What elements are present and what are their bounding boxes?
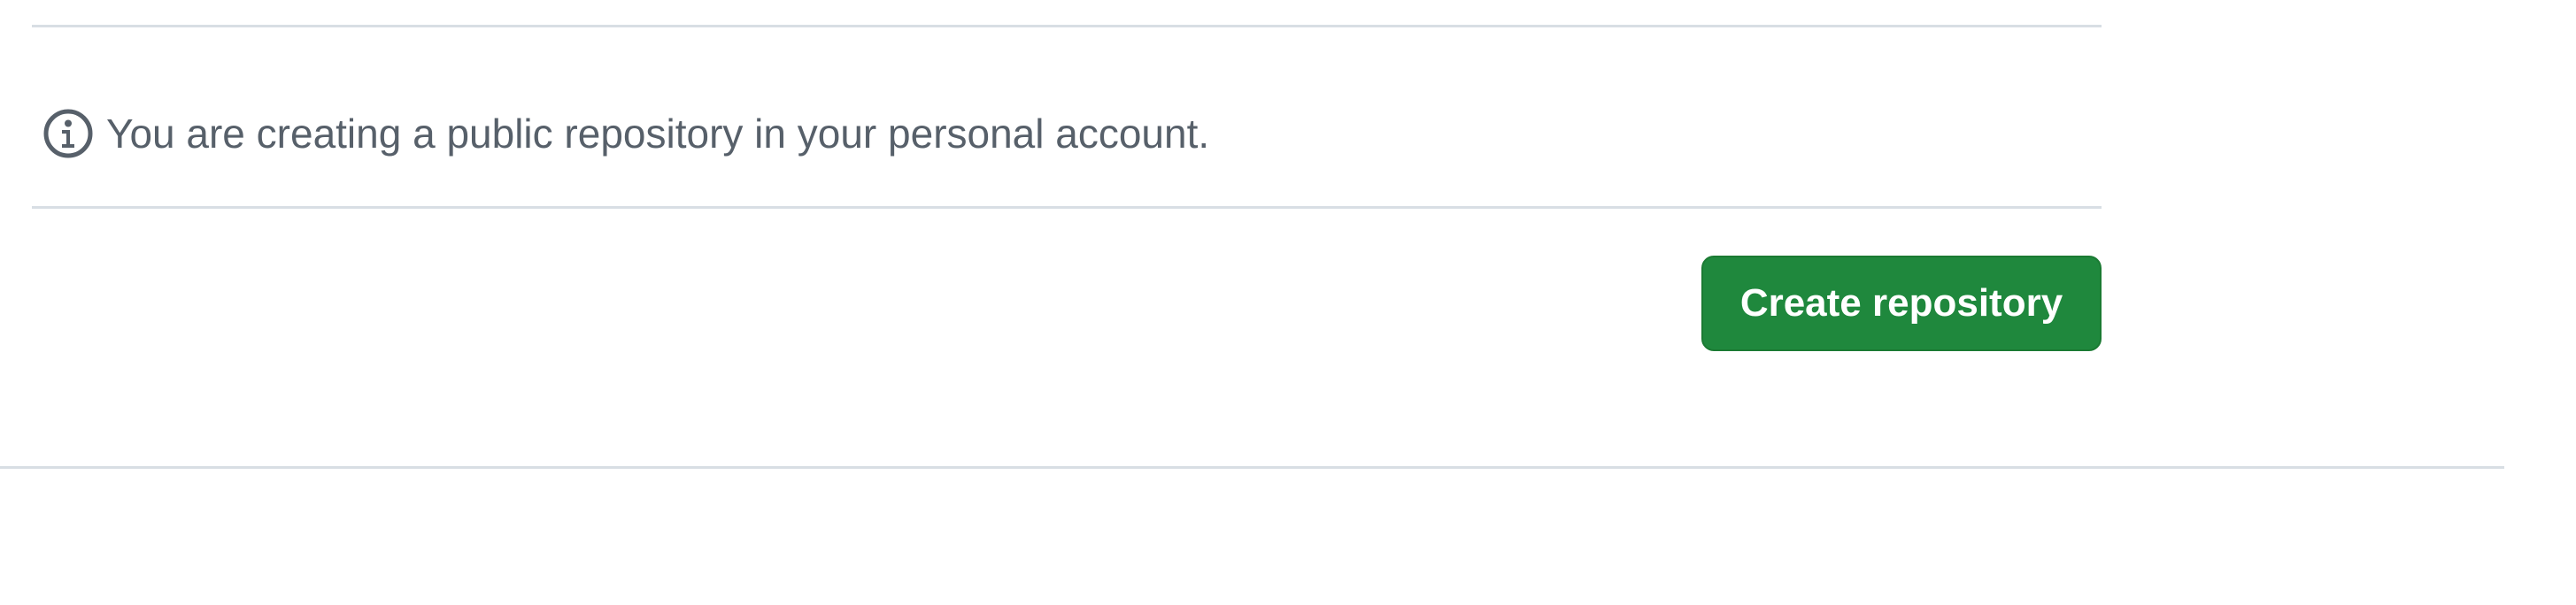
public-repository-notice: You are creating a public repository in … [42, 104, 1209, 163]
create-repository-button[interactable]: Create repository [1701, 256, 2102, 351]
notice-text: You are creating a public repository in … [106, 111, 1210, 157]
section-divider-top [32, 25, 2102, 27]
page: You are creating a public repository in … [0, 0, 2576, 605]
info-icon [42, 108, 94, 159]
footer-divider [0, 466, 2504, 469]
section-divider-bottom [32, 206, 2102, 209]
